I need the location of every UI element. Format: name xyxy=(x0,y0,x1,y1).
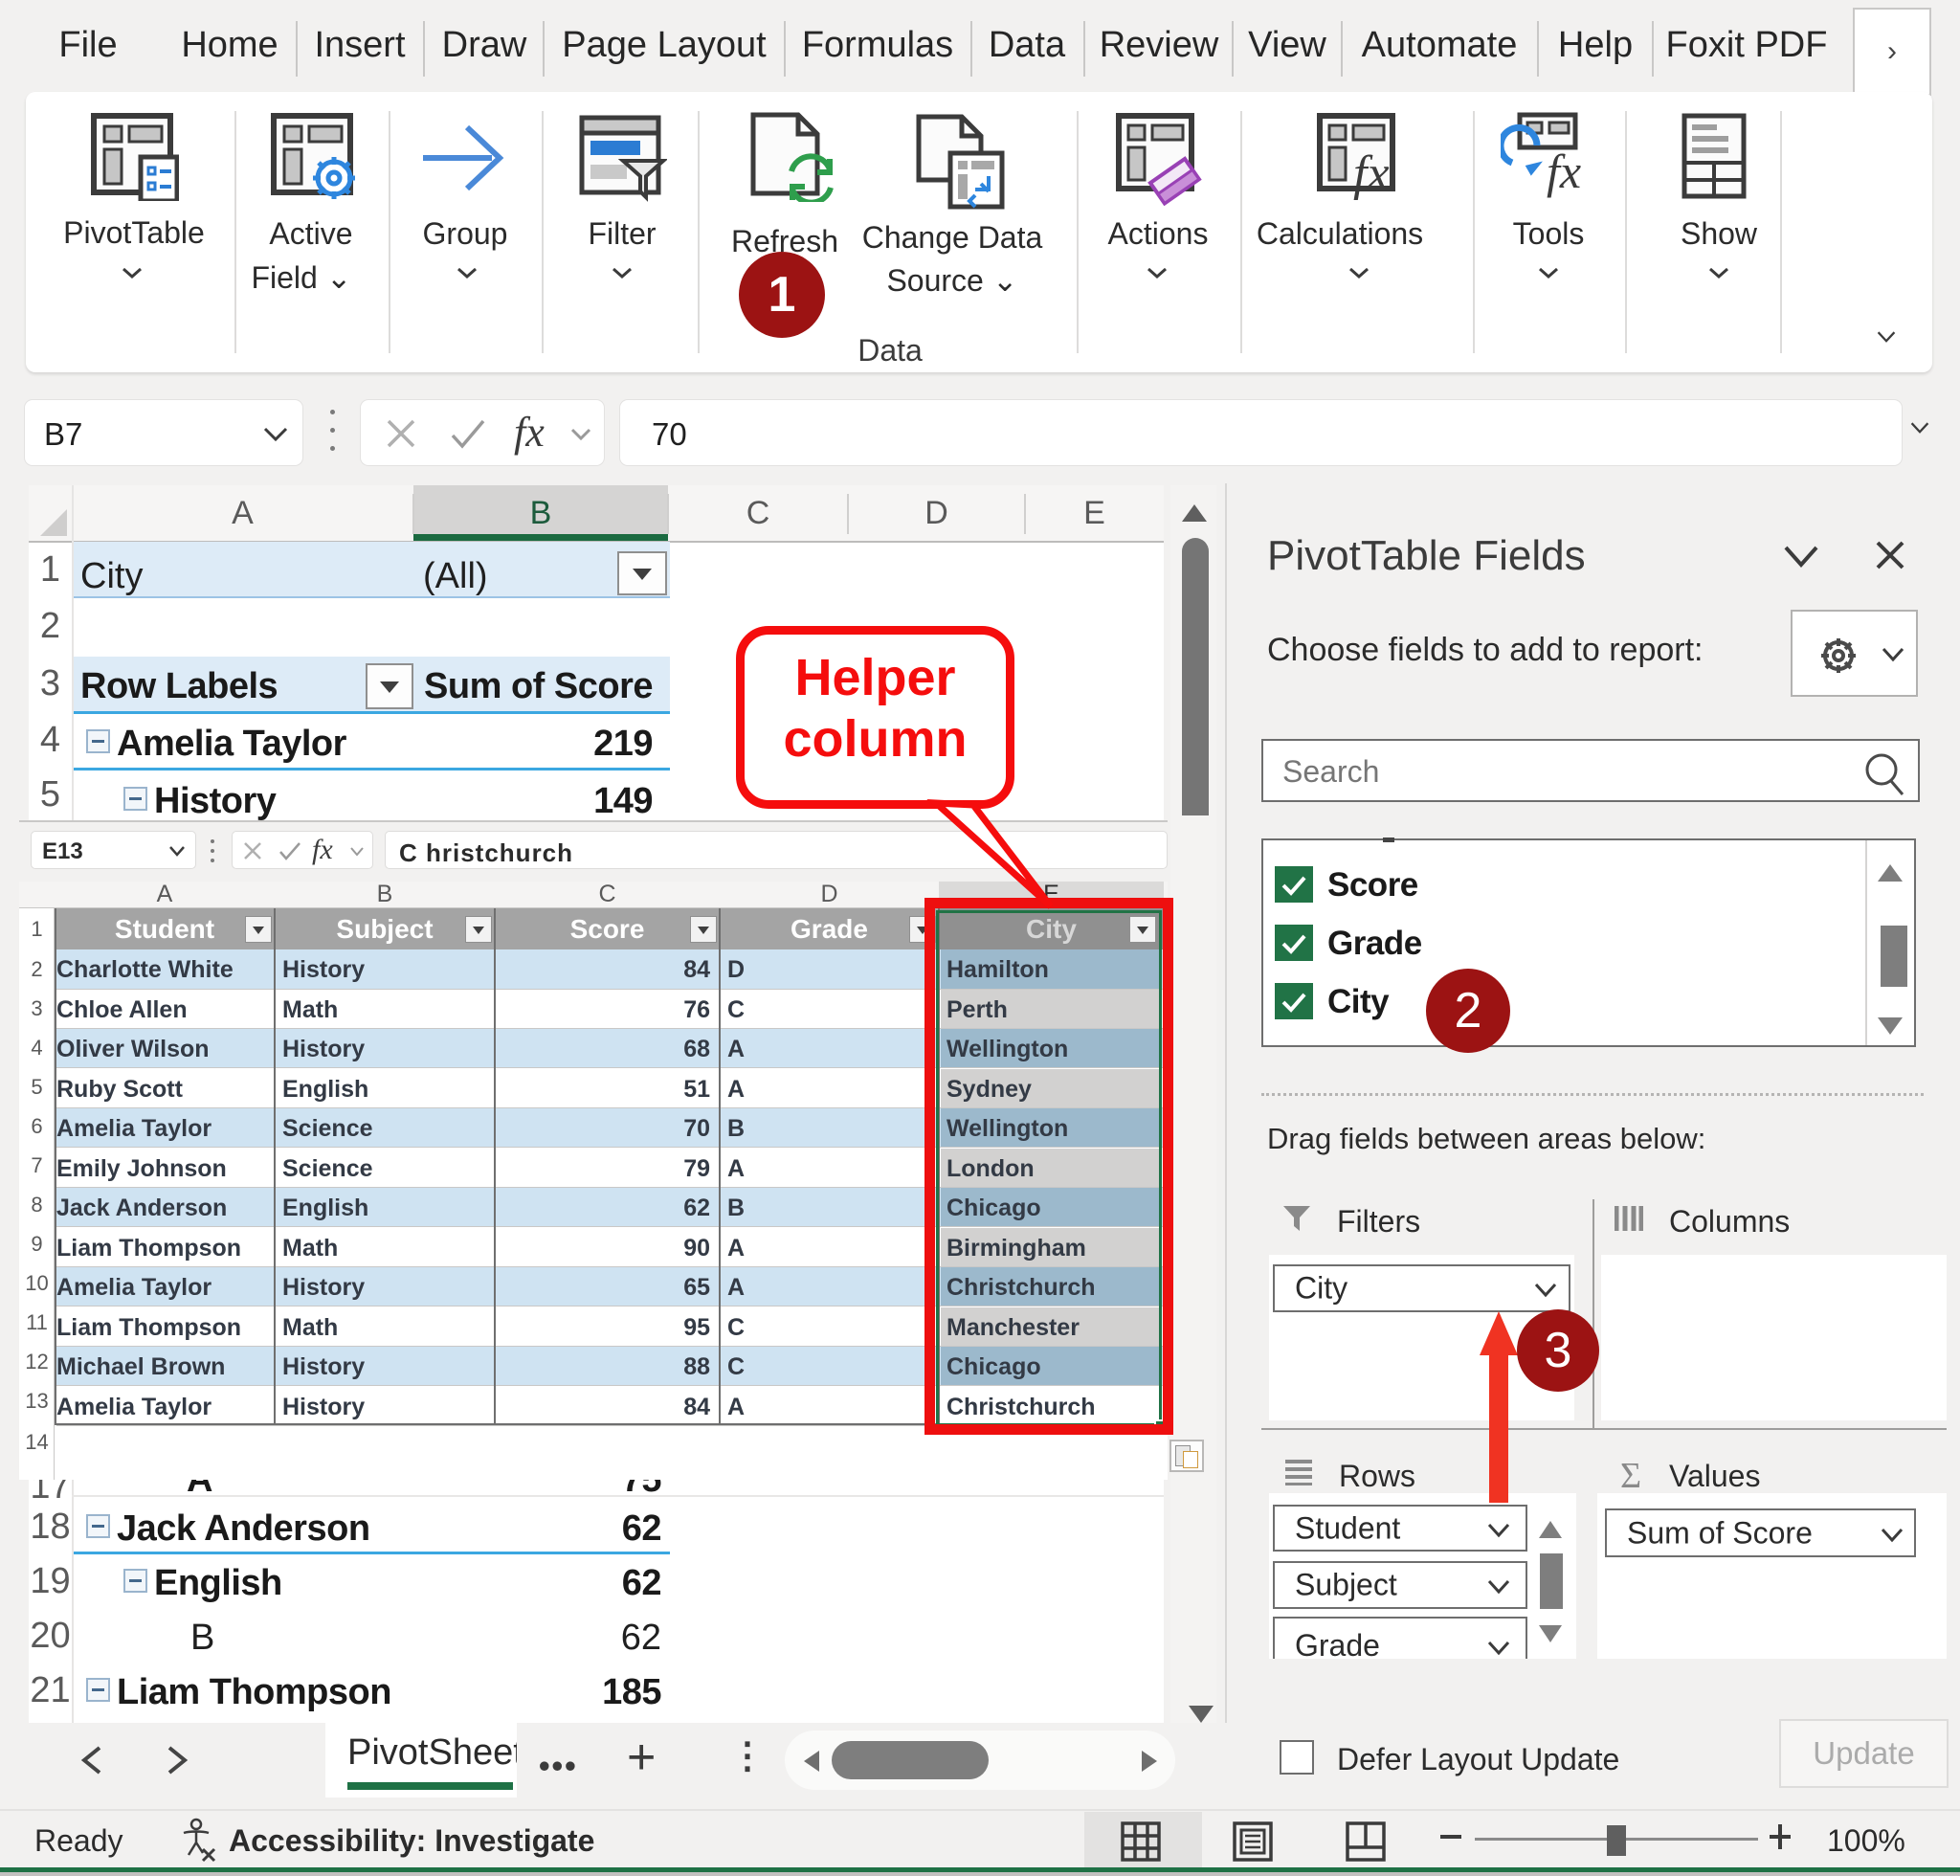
svg-text:fx: fx xyxy=(1547,145,1581,198)
svg-text:fx: fx xyxy=(1353,146,1390,201)
